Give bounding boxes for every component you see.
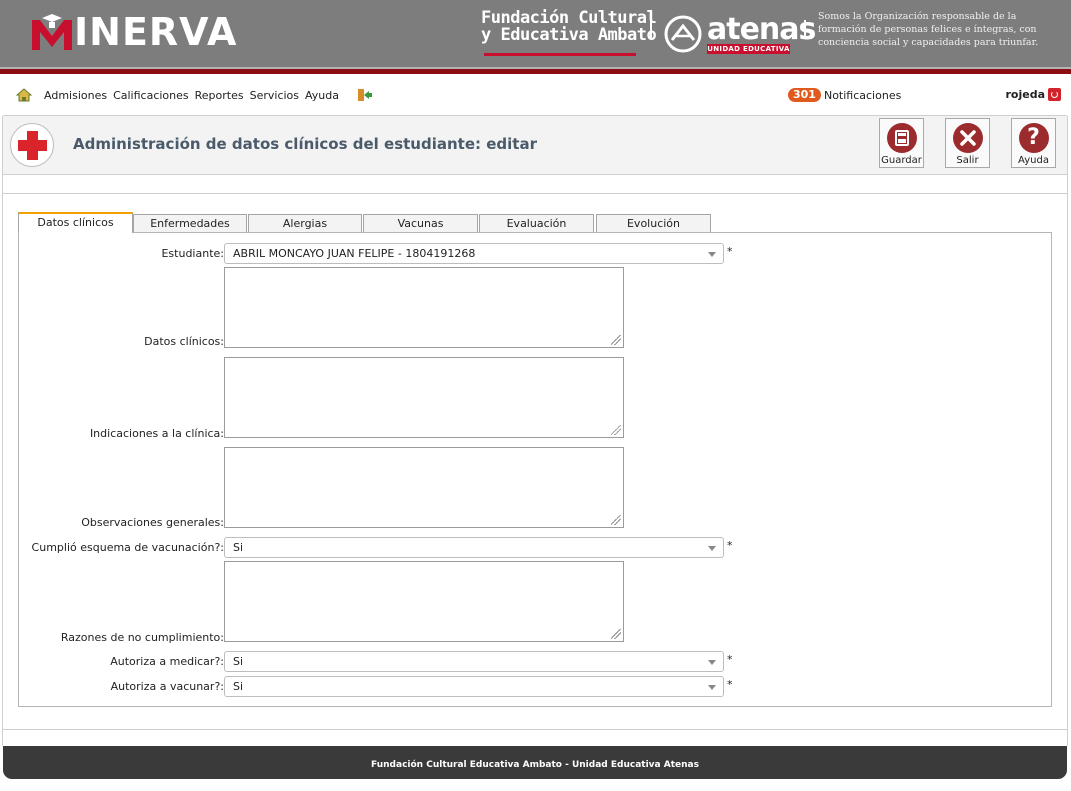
header-red-stripe [0, 67, 1071, 74]
notifications-label[interactable]: Notificaciones [824, 89, 901, 102]
student-select[interactable]: ABRIL MONCAYO JUAN FELIPE - 1804191268 [224, 243, 724, 264]
chevron-down-icon [708, 685, 716, 690]
username[interactable]: rojeda [1005, 88, 1045, 101]
home-icon[interactable] [16, 88, 32, 102]
header-separator [650, 20, 652, 38]
required-marker: * [727, 245, 733, 258]
menu-item-ayuda[interactable]: Ayuda [305, 89, 339, 102]
medical-cross-icon [10, 123, 54, 167]
resize-grip-icon[interactable] [611, 425, 621, 435]
help-button[interactable]: ? Ayuda [1011, 118, 1056, 168]
student-label: Estudiante: [161, 247, 224, 260]
question-icon: ? [1018, 123, 1049, 153]
logout-icon[interactable] [357, 88, 373, 102]
reasons-label: Razones de no cumplimiento: [60, 631, 224, 644]
medicate-select[interactable]: Si [224, 651, 724, 672]
indications-label: Indicaciones a la clínica: [89, 427, 224, 440]
close-icon [952, 123, 983, 153]
notifications[interactable]: 301 Notificaciones [788, 88, 901, 102]
vaccination-select[interactable]: Si [224, 537, 724, 558]
vaccinate-label: Autoriza a vacunar?: [110, 680, 224, 693]
atenas-emblem-icon [664, 15, 702, 53]
atenas-subtitle: UNIDAD EDUCATIVA [707, 44, 790, 54]
resize-grip-icon[interactable] [611, 335, 621, 345]
clinical-data-textarea[interactable] [224, 267, 624, 348]
tab-vacunas[interactable]: Vacunas [363, 214, 478, 232]
chevron-down-icon [708, 660, 716, 665]
tab-enfermedades[interactable]: Enfermedades [133, 214, 247, 232]
vaccinate-select[interactable]: Si [224, 676, 724, 697]
header-separator [804, 20, 806, 38]
vaccination-label: Cumplió esquema de vacunación?: [31, 541, 224, 554]
save-button[interactable]: Guardar [879, 118, 924, 168]
resize-grip-icon[interactable] [611, 629, 621, 639]
required-marker: * [727, 539, 733, 552]
menu-item-reportes[interactable]: Reportes [195, 89, 244, 102]
minerva-m-icon [32, 14, 72, 50]
chevron-down-icon [708, 252, 716, 257]
student-value: ABRIL MONCAYO JUAN FELIPE - 1804191268 [233, 247, 476, 260]
user-menu[interactable]: rojeda [1005, 88, 1061, 101]
power-icon[interactable] [1048, 88, 1061, 101]
divider [3, 729, 1067, 730]
required-marker: * [727, 678, 733, 691]
tab-datos-clinicos[interactable]: Datos clínicos [18, 212, 133, 233]
save-label: Guardar [881, 155, 922, 166]
chevron-down-icon [708, 546, 716, 551]
notification-count-badge[interactable]: 301 [788, 88, 821, 102]
help-label: Ayuda [1018, 155, 1049, 166]
reasons-textarea[interactable] [224, 561, 624, 642]
divider [3, 193, 1067, 194]
menu-bar: Admisiones Calificaciones Reportes Servi… [0, 74, 1071, 116]
tab-evaluacion-nutricional[interactable]: Evaluación nutricional [479, 214, 594, 248]
logo-text: INERVA [74, 10, 238, 54]
page-title: Administración de datos clínicos del est… [73, 135, 537, 153]
main-menu: Admisiones Calificaciones Reportes Servi… [16, 88, 373, 102]
header-banner: INERVA Fundación Cultural y Educativa Am… [0, 0, 1071, 67]
foundation-underline [484, 53, 636, 56]
foundation-name: Fundación Cultural y Educativa Ambato [481, 10, 657, 45]
foundation-line-2: y Educativa Ambato [481, 25, 657, 45]
header-tagline: Somos la Organización responsable de la … [818, 11, 1039, 48]
footer-text: Fundación Cultural Educativa Ambato - Un… [371, 760, 699, 770]
required-marker: * [727, 653, 733, 666]
medicate-value: Si [233, 655, 244, 668]
footer: Fundación Cultural Educativa Ambato - Un… [3, 746, 1067, 779]
medicate-label: Autoriza a medicar?: [110, 655, 224, 668]
save-icon [886, 123, 917, 153]
vaccination-value: Si [233, 541, 244, 554]
tab-alergias[interactable]: Alergias [248, 214, 362, 232]
menu-item-admisiones[interactable]: Admisiones [44, 89, 107, 102]
resize-grip-icon[interactable] [611, 515, 621, 525]
exit-button[interactable]: Salir [945, 118, 990, 168]
observations-label: Observaciones generales: [81, 516, 224, 529]
frame-border [1067, 74, 1068, 746]
indications-textarea[interactable] [224, 357, 624, 438]
vaccinate-value: Si [233, 680, 244, 693]
minerva-logo[interactable]: INERVA [32, 10, 237, 54]
clinical-data-label: Datos clínicos: [144, 335, 224, 348]
menu-item-calificaciones[interactable]: Calificaciones [113, 89, 189, 102]
menu-item-servicios[interactable]: Servicios [250, 89, 299, 102]
tab-evolucion[interactable]: Evolución [596, 214, 711, 232]
exit-label: Salir [956, 155, 979, 166]
page-header: Administración de datos clínicos del est… [3, 115, 1067, 175]
atenas-wordmark: atenas [707, 12, 816, 47]
observations-textarea[interactable] [224, 447, 624, 528]
